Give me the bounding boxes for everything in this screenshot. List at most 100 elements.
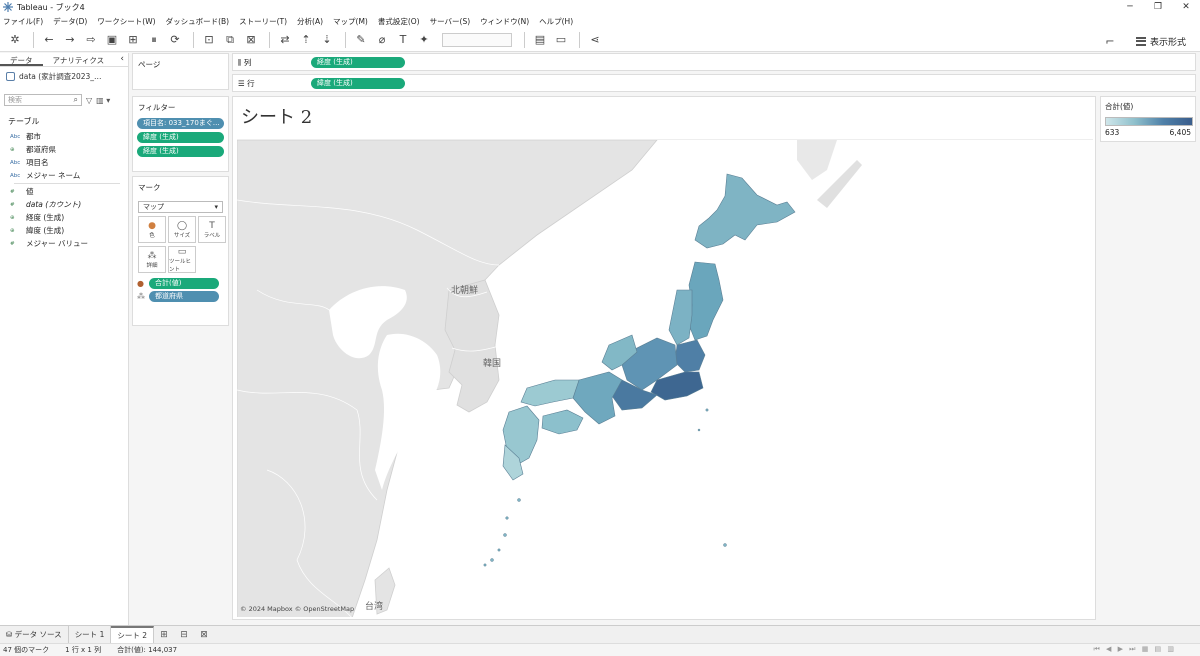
detail-pill[interactable]: 都道府県 <box>149 291 219 302</box>
show-cards-icon[interactable]: ▤ <box>531 31 549 49</box>
size-button[interactable]: ◯ サイズ <box>168 216 196 243</box>
datasource-item[interactable]: data (家計調査2023_… <box>0 67 128 86</box>
field-item[interactable]: # data (カウント) <box>0 198 128 211</box>
sheet-title[interactable]: シート 2 <box>241 103 312 129</box>
restore-button[interactable]: ❐ <box>1144 0 1172 14</box>
map-label-taiwan: 台湾 <box>365 600 383 612</box>
detail-button[interactable]: ⁂ 詳細 <box>138 246 166 273</box>
tab-analytics[interactable]: アナリティクス <box>43 53 115 66</box>
field-item[interactable]: Abc 都市 <box>0 130 128 143</box>
field-divider <box>14 183 120 184</box>
menu-server[interactable]: サーバー(S) <box>430 16 471 27</box>
pin-icon[interactable]: ✦ <box>415 31 433 49</box>
toolbar-divider <box>579 31 580 48</box>
field-item[interactable]: # メジャー バリュー <box>0 237 128 250</box>
redo-icon[interactable]: → <box>61 31 79 49</box>
field-label: 値 <box>26 187 34 196</box>
region-kanto-north[interactable] <box>674 339 706 373</box>
labels-icon[interactable]: T <box>394 31 412 49</box>
korean-peninsula <box>444 279 500 413</box>
menu-worksheet[interactable]: ワークシート(W) <box>97 16 155 27</box>
color-legend[interactable]: 合計(値) 633 6,405 <box>1100 96 1196 142</box>
swap-icon[interactable]: ⇄ <box>276 31 294 49</box>
tooltip-button[interactable]: ▭ ツールヒント <box>168 246 196 273</box>
map-label-north-korea: 北朝鮮 <box>451 284 478 296</box>
table-header: テーブル <box>8 117 40 126</box>
menu-file[interactable]: ファイル(F) <box>3 16 43 27</box>
highlight-icon[interactable]: ✎ <box>352 31 370 49</box>
mark-type-dropdown[interactable]: マップ ▾ <box>138 201 223 213</box>
fit-dropdown[interactable] <box>442 32 512 47</box>
data-pane: データ アナリティクス ‹ data (家計調査2023_… 検索 ⌕ ▽ ▥ … <box>0 53 129 625</box>
region-tohoku[interactable] <box>688 261 724 341</box>
filter-pill[interactable]: 経度 (生成) <box>137 146 224 157</box>
menu-dashboard[interactable]: ダッシュボード(B) <box>166 16 230 27</box>
rows-pill[interactable]: 緯度 (生成) <box>311 77 405 89</box>
close-button[interactable]: ✕ <box>1172 0 1200 14</box>
field-item[interactable]: Abc 項目名 <box>0 156 128 169</box>
new-datasource-icon[interactable]: ⊞ <box>124 31 142 49</box>
tab-datasource[interactable]: ⛁ データ ソース <box>0 625 69 644</box>
format-paint-icon[interactable]: ⌐ <box>1101 32 1119 50</box>
replay-icon[interactable]: ⇨ <box>82 31 100 49</box>
show-me-button[interactable]: 表示形式 <box>1135 35 1186 48</box>
field-item[interactable]: # 値 <box>0 185 128 198</box>
share-icon[interactable]: ⋖ <box>586 31 604 49</box>
filters-card[interactable]: フィルター 項目名: 033_170まぐ… 緯度 (生成) 経度 (生成) <box>132 96 229 172</box>
toolbar: ✲ ← → ⇨ ▣ ⊞ ⏸ ⟳ ⊡ ⧉ ⊠ ⇄ ⇡ ⇣ ✎ ⌀ T ✦ ▤ ▭ … <box>0 28 1200 52</box>
new-sheet-icon[interactable]: ⊡ <box>200 31 218 49</box>
region-tohoku-west[interactable] <box>668 289 693 346</box>
field-item[interactable]: ⊕ 都道府県 <box>0 143 128 156</box>
sort-desc-icon[interactable]: ⇣ <box>318 31 336 49</box>
new-worksheet-icon[interactable]: ⊞ <box>154 630 174 640</box>
tab-sheet-1[interactable]: シート 1 <box>69 625 112 644</box>
label-button[interactable]: T ラベル <box>198 216 226 243</box>
menu-help[interactable]: ヘルプ(H) <box>539 16 573 27</box>
columns-shelf[interactable]: ⫼ 列 経度 (生成) <box>232 53 1196 71</box>
color-pill[interactable]: 合計(値) <box>149 278 219 289</box>
view-options-icon[interactable]: ▥ ▾ <box>96 96 110 105</box>
filter-pill[interactable]: 緯度 (生成) <box>137 132 224 143</box>
menu-map[interactable]: マップ(M) <box>333 16 368 27</box>
undo-icon[interactable]: ← <box>40 31 58 49</box>
new-story-icon[interactable]: ⊠ <box>194 630 214 640</box>
field-label: 都市 <box>26 132 41 141</box>
tableau-home-icon[interactable]: ✲ <box>6 31 24 49</box>
tab-data[interactable]: データ <box>0 53 43 66</box>
minimize-button[interactable]: ─ <box>1116 0 1144 14</box>
menu-story[interactable]: ストーリー(T) <box>239 16 287 27</box>
pages-card[interactable]: ページ <box>132 53 229 90</box>
region-chugoku[interactable] <box>520 379 580 407</box>
filter-pill[interactable]: 項目名: 033_170まぐ… <box>137 118 224 129</box>
columns-pill[interactable]: 経度 (生成) <box>311 56 405 68</box>
field-item[interactable]: ⊕ 緯度 (生成) <box>0 224 128 237</box>
filter-fields-icon[interactable]: ▽ <box>86 96 92 105</box>
group-icon[interactable]: ⌀ <box>373 31 391 49</box>
map-svg[interactable]: 北朝鮮 韓国 台湾 <box>237 140 1093 617</box>
map-canvas[interactable]: 北朝鮮 韓国 台湾 © 2024 Mapbox © OpenStreetMap <box>237 139 1093 617</box>
new-dashboard-icon[interactable]: ⊟ <box>174 630 194 640</box>
region-shikoku[interactable] <box>541 409 584 435</box>
collapse-pane-icon[interactable]: ‹ <box>120 53 124 66</box>
menu-format[interactable]: 書式設定(O) <box>378 16 420 27</box>
sort-asc-icon[interactable]: ⇡ <box>297 31 315 49</box>
field-item[interactable]: Abc メジャー ネーム <box>0 169 128 182</box>
sheet-nav-icons[interactable]: ⏮ ◀ ▶ ⏭ ▦ ▤ ▥ <box>1093 645 1176 654</box>
menu-window[interactable]: ウィンドウ(N) <box>480 16 529 27</box>
save-icon[interactable]: ▣ <box>103 31 121 49</box>
pause-updates-icon[interactable]: ⏸ <box>145 31 163 49</box>
field-item[interactable]: ⊕ 経度 (生成) <box>0 211 128 224</box>
region-hokkaido[interactable] <box>694 173 796 249</box>
presentation-icon[interactable]: ▭ <box>552 31 570 49</box>
rows-shelf[interactable]: ☰ 行 緯度 (生成) <box>232 74 1196 92</box>
map-attribution[interactable]: © 2024 Mapbox © OpenStreetMap <box>240 605 354 613</box>
menu-analysis[interactable]: 分析(A) <box>297 16 323 27</box>
color-button[interactable]: ● 色 <box>138 216 166 243</box>
field-search-input[interactable]: 検索 ⌕ <box>4 94 82 106</box>
menu-data[interactable]: データ(D) <box>53 16 87 27</box>
tab-sheet-2[interactable]: シート 2 <box>111 625 154 644</box>
clear-sheet-icon[interactable]: ⊠ <box>242 31 260 49</box>
sheet-tab-bar: ⛁ データ ソース シート 1 シート 2 ⊞ ⊟ ⊠ <box>0 625 1200 644</box>
duplicate-sheet-icon[interactable]: ⧉ <box>221 31 239 49</box>
refresh-icon[interactable]: ⟳ <box>166 31 184 49</box>
